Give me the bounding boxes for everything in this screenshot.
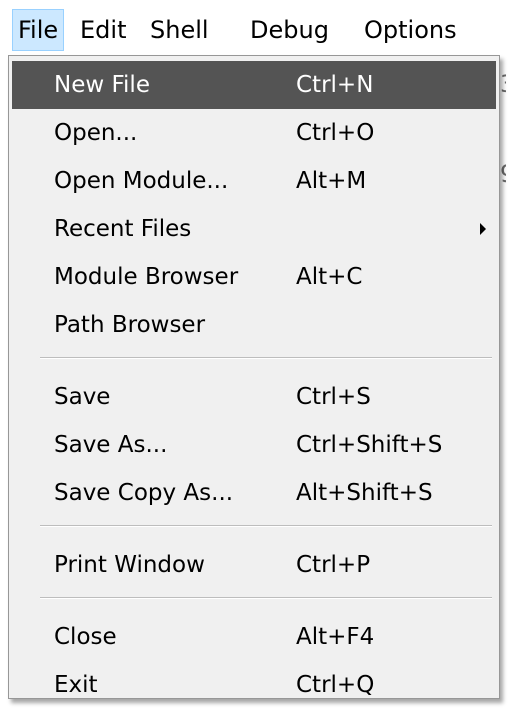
menu-item-open-module[interactable]: Open Module... Alt+M bbox=[12, 157, 496, 205]
menu-item-open[interactable]: Open... Ctrl+O bbox=[12, 109, 496, 157]
menu-item-module-browser[interactable]: Module Browser Alt+C bbox=[12, 253, 496, 301]
menu-item-save[interactable]: Save Ctrl+S bbox=[12, 373, 496, 421]
menu-item-label: Recent Files bbox=[54, 216, 192, 242]
menu-item-save-copy-as[interactable]: Save Copy As... Alt+Shift+S bbox=[12, 469, 496, 517]
menu-separator bbox=[40, 597, 492, 599]
file-menu-dropdown: New File Ctrl+N Open... Ctrl+O Open Modu… bbox=[8, 55, 500, 699]
menu-item-label: Open... bbox=[54, 120, 138, 146]
menu-item-close[interactable]: Close Alt+F4 bbox=[12, 613, 496, 661]
menu-item-label: Open Module... bbox=[54, 168, 229, 194]
menu-item-shortcut: Alt+F4 bbox=[296, 624, 375, 650]
menu-item-label: Save Copy As... bbox=[54, 480, 234, 506]
menu-item-label: Print Window bbox=[54, 552, 205, 578]
menu-item-label: New File bbox=[54, 72, 150, 98]
menu-item-new-file[interactable]: New File Ctrl+N bbox=[12, 61, 496, 109]
menu-item-recent-files[interactable]: Recent Files bbox=[12, 205, 496, 253]
menubar: File Edit Shell Debug Options bbox=[0, 0, 508, 54]
menu-item-shortcut: Ctrl+P bbox=[296, 552, 371, 578]
menu-item-shortcut: Ctrl+S bbox=[296, 384, 371, 410]
chevron-right-icon bbox=[480, 223, 486, 235]
menu-item-shortcut: Ctrl+Shift+S bbox=[296, 432, 443, 458]
menu-options[interactable]: Options bbox=[364, 10, 457, 50]
menu-item-label: Exit bbox=[54, 672, 98, 698]
menu-item-path-browser[interactable]: Path Browser bbox=[12, 301, 496, 349]
menu-edit[interactable]: Edit bbox=[80, 10, 126, 50]
menu-separator bbox=[40, 357, 492, 359]
menu-item-label: Path Browser bbox=[54, 312, 206, 338]
background-text-fragment: 9 bbox=[500, 160, 506, 188]
menu-item-label: Save As... bbox=[54, 432, 168, 458]
menu-separator bbox=[40, 525, 492, 527]
menu-item-shortcut: Ctrl+Q bbox=[296, 672, 375, 698]
menu-item-shortcut: Ctrl+N bbox=[296, 72, 374, 98]
background-text-fragment: 3 bbox=[500, 70, 506, 98]
menu-item-print-window[interactable]: Print Window Ctrl+P bbox=[12, 541, 496, 589]
menu-debug[interactable]: Debug bbox=[250, 10, 329, 50]
menu-shell[interactable]: Shell bbox=[150, 10, 209, 50]
menu-item-exit[interactable]: Exit Ctrl+Q bbox=[12, 661, 496, 709]
menu-item-label: Save bbox=[54, 384, 111, 410]
menu-file[interactable]: File bbox=[11, 9, 65, 51]
menu-item-label: Module Browser bbox=[54, 264, 239, 290]
menu-item-shortcut: Ctrl+O bbox=[296, 120, 375, 146]
menu-item-label: Close bbox=[54, 624, 117, 650]
menu-item-shortcut: Alt+M bbox=[296, 168, 367, 194]
menu-item-shortcut: Alt+C bbox=[296, 264, 363, 290]
menu-item-save-as[interactable]: Save As... Ctrl+Shift+S bbox=[12, 421, 496, 469]
menu-item-shortcut: Alt+Shift+S bbox=[296, 480, 433, 506]
